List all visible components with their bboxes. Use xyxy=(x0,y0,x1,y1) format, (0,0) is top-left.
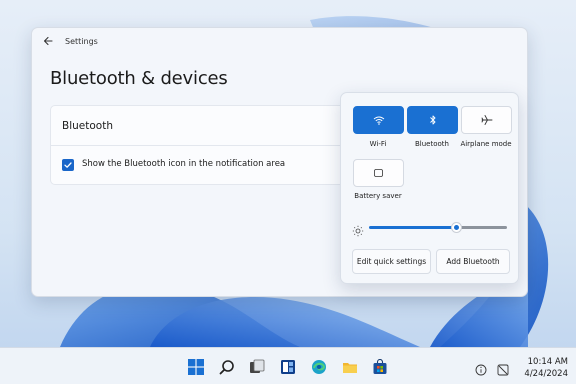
clock-date: 4/24/2024 xyxy=(524,369,568,379)
store-icon[interactable] xyxy=(370,357,390,377)
edit-quick-settings-button[interactable]: Edit quick settings xyxy=(352,249,431,274)
title-bar: Settings xyxy=(32,28,527,58)
airplane-icon xyxy=(462,107,511,133)
wifi-icon xyxy=(354,107,403,133)
bluetooth-toggle[interactable] xyxy=(407,106,458,134)
search-icon[interactable] xyxy=(217,357,237,377)
battery-saver-icon xyxy=(354,160,403,186)
bluetooth-icon-option-row[interactable]: Show the Bluetooth icon in the notificat… xyxy=(50,146,370,185)
back-arrow-icon[interactable] xyxy=(40,35,56,51)
notification-off-icon[interactable] xyxy=(497,361,509,376)
window-title: Settings xyxy=(65,37,98,46)
airplane-mode-label: Airplane mode xyxy=(460,140,512,148)
brightness-slider-thumb[interactable] xyxy=(452,223,461,232)
quick-settings-panel: Wi-Fi Bluetooth Airplane mode Battery sa… xyxy=(340,92,519,284)
bluetooth-icon xyxy=(408,107,457,133)
section-title: Bluetooth xyxy=(62,120,113,132)
brightness-icon xyxy=(352,222,364,237)
battery-saver-label: Battery saver xyxy=(354,192,402,200)
bluetooth-section-header: Bluetooth xyxy=(50,105,370,146)
clock[interactable]: 10:14 AM 4/24/2024 xyxy=(524,356,568,380)
info-icon[interactable] xyxy=(475,361,487,376)
page-title: Bluetooth & devices xyxy=(50,68,228,89)
checkbox-label: Show the Bluetooth icon in the notificat… xyxy=(82,159,286,169)
show-bluetooth-icon-checkbox[interactable] xyxy=(62,159,74,171)
brightness-slider-fill xyxy=(369,226,457,229)
wifi-toggle[interactable] xyxy=(353,106,404,134)
taskbar: 10:14 AM 4/24/2024 xyxy=(0,347,576,384)
airplane-mode-toggle[interactable] xyxy=(461,106,512,134)
file-explorer-icon[interactable] xyxy=(340,357,360,377)
edge-icon[interactable] xyxy=(309,357,329,377)
battery-saver-toggle[interactable] xyxy=(353,159,404,187)
add-bluetooth-button[interactable]: Add Bluetooth xyxy=(436,249,510,274)
brightness-slider-track[interactable] xyxy=(457,226,507,229)
clock-time: 10:14 AM xyxy=(527,357,568,367)
task-view-icon[interactable] xyxy=(247,357,267,377)
widgets-icon[interactable] xyxy=(278,357,298,377)
start-icon[interactable] xyxy=(186,357,206,377)
checkmark-icon xyxy=(64,162,72,168)
